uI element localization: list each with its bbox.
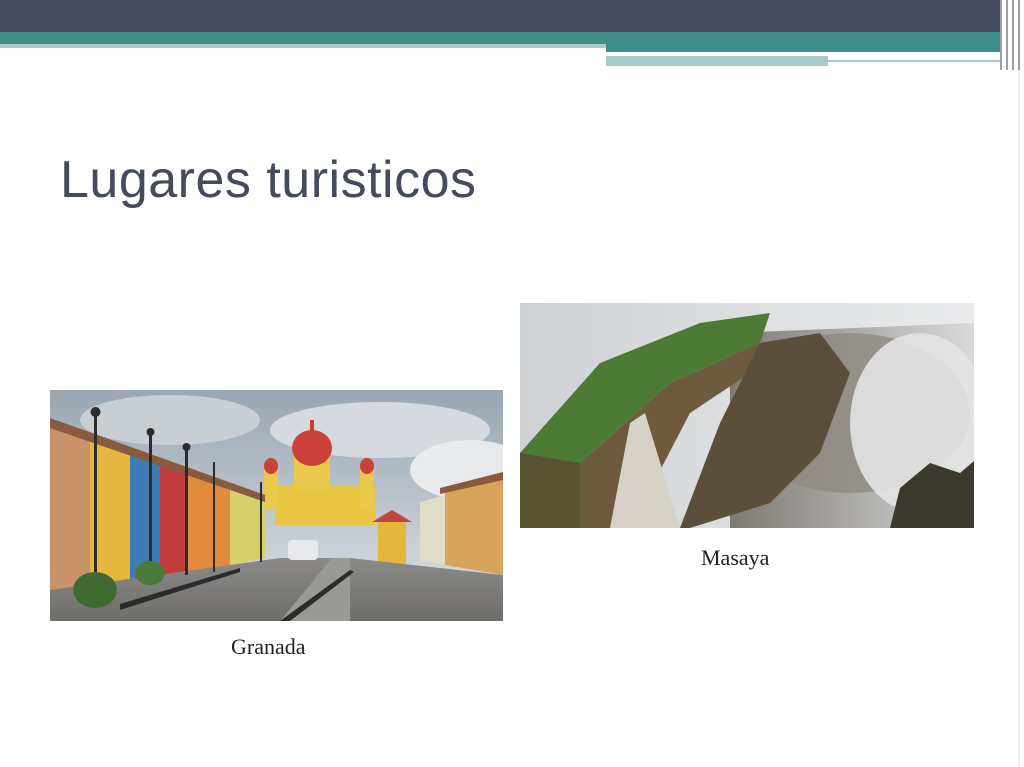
- header-band-accent-line: [828, 60, 1000, 62]
- masaya-volcano-photo: [520, 303, 974, 528]
- granada-caption: Granada: [231, 634, 306, 659]
- edge-decoration: [1000, 0, 1024, 767]
- slide-title: Lugares turisticos: [60, 151, 477, 209]
- header-band-gap: [606, 52, 1000, 54]
- granada-photo: [50, 390, 503, 621]
- masaya-caption: Masaya: [701, 545, 770, 570]
- slide: Lugares turisticos Granada Masaya: [0, 0, 1024, 767]
- header-band-accent-light: [606, 56, 828, 66]
- header-band-accent: [606, 44, 1000, 52]
- header-band-dark: [0, 0, 1000, 32]
- edge-frame: [1018, 70, 1020, 767]
- header-band-teal: [0, 32, 1000, 44]
- header-band-light: [0, 44, 606, 48]
